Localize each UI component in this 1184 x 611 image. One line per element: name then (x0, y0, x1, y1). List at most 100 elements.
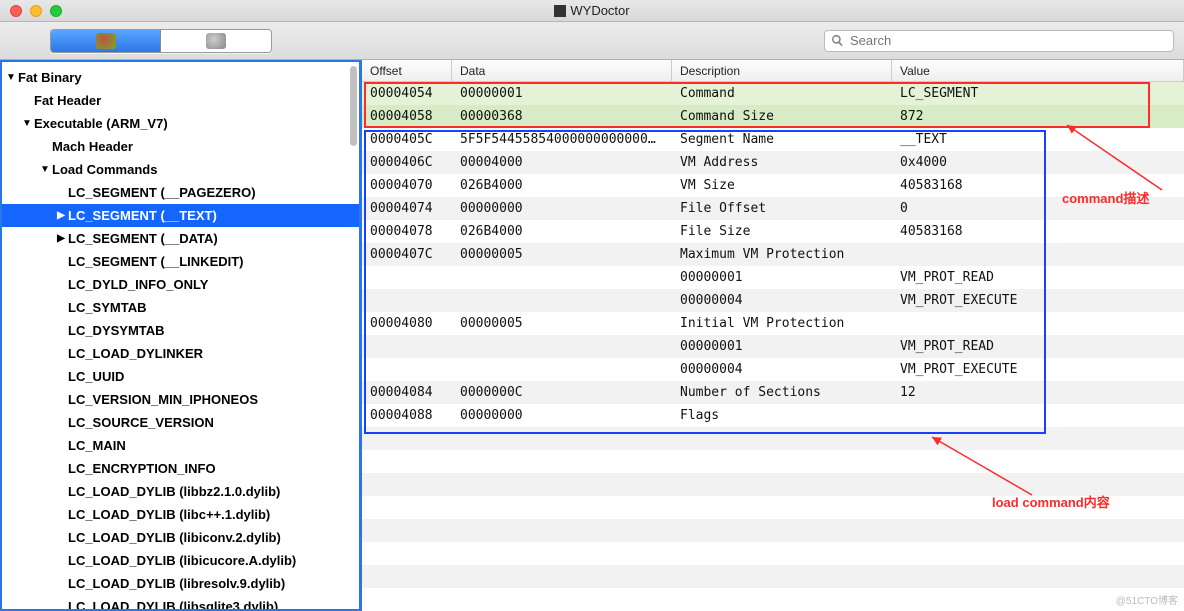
tree-item[interactable]: ▶Mach Header (2, 135, 359, 158)
cell-value: VM_PROT_EXECUTE (892, 362, 1184, 377)
table-row[interactable]: 00000001VM_PROT_READ (362, 335, 1184, 358)
table-row[interactable]: 00004070026B4000VM Size40583168 (362, 174, 1184, 197)
table-header: Offset Data Description Value (362, 60, 1184, 82)
cell-value: 0x4000 (892, 155, 1184, 170)
tree-item[interactable]: ▶LC_SYMTAB (2, 296, 359, 319)
tree-item[interactable]: ▶LC_VERSION_MIN_IPHONEOS (2, 388, 359, 411)
tree-item[interactable]: ▼Executable (ARM_V7) (2, 112, 359, 135)
tree-item-label: LC_VERSION_MIN_IPHONEOS (68, 392, 258, 407)
tree-item[interactable]: ▼Fat Binary (2, 66, 359, 89)
main-panel: Offset Data Description Value 0000405400… (362, 60, 1184, 611)
table-row[interactable]: 0000405400000001CommandLC_SEGMENT (362, 82, 1184, 105)
table-row[interactable]: 00000001VM_PROT_READ (362, 266, 1184, 289)
tree-item-label: LC_LOAD_DYLIB (libicucore.A.dylib) (68, 553, 296, 568)
table-row[interactable]: 00000004VM_PROT_EXECUTE (362, 358, 1184, 381)
tree-item[interactable]: ▶LC_UUID (2, 365, 359, 388)
cell-description: Segment Name (672, 132, 892, 147)
cell-offset: 0000406C (362, 155, 452, 170)
tree-item-label: Load Commands (52, 162, 157, 177)
cell-description: Command Size (672, 109, 892, 124)
table-row[interactable]: 00000004VM_PROT_EXECUTE (362, 289, 1184, 312)
cell-data: 5F5F54455854000000000000… (452, 132, 672, 147)
table-row[interactable]: 0000406C00004000VM Address0x4000 (362, 151, 1184, 174)
chevron-down-icon[interactable]: ▼ (20, 118, 34, 129)
cell-description: 00000001 (672, 270, 892, 285)
tree-item[interactable]: ▼Load Commands (2, 158, 359, 181)
tree-item[interactable]: ▶LC_LOAD_DYLIB (libsqlite3.dylib) (2, 595, 359, 609)
app-icon (554, 5, 566, 17)
sidebar-scrollbar[interactable] (350, 66, 357, 146)
tree-item-label: LC_SYMTAB (68, 300, 146, 315)
table-row[interactable]: 000040840000000CNumber of Sections12 (362, 381, 1184, 404)
view-seg-right[interactable] (161, 30, 271, 52)
tree-item[interactable]: ▶LC_SEGMENT (__TEXT) (2, 204, 359, 227)
cell-offset: 00004080 (362, 316, 452, 331)
seg-right-icon (206, 33, 226, 49)
cell-data: 00000368 (452, 109, 672, 124)
table-row[interactable]: 0000405800000368Command Size872 (362, 105, 1184, 128)
chevron-down-icon[interactable]: ▼ (38, 164, 52, 175)
cell-description: File Size (672, 224, 892, 239)
tree-item[interactable]: ▶Fat Header (2, 89, 359, 112)
window-title-text: WYDoctor (570, 3, 629, 18)
search-field[interactable] (824, 30, 1174, 52)
table-row[interactable]: 0000405C5F5F54455854000000000000…Segment… (362, 128, 1184, 151)
tree-item[interactable]: ▶LC_LOAD_DYLINKER (2, 342, 359, 365)
tree-item-label: LC_LOAD_DYLIB (libbz2.1.0.dylib) (68, 484, 280, 499)
table-row[interactable]: 0000407C00000005Maximum VM Protection (362, 243, 1184, 266)
chevron-right-icon[interactable]: ▶ (54, 210, 68, 221)
table-row[interactable] (362, 519, 1184, 542)
cell-description: VM Size (672, 178, 892, 193)
cell-value: __TEXT (892, 132, 1184, 147)
table-row[interactable]: 0000408800000000Flags (362, 404, 1184, 427)
tree-item[interactable]: ▶LC_ENCRYPTION_INFO (2, 457, 359, 480)
table-row[interactable]: 0000408000000005Initial VM Protection (362, 312, 1184, 335)
table-row[interactable] (362, 450, 1184, 473)
tree-item[interactable]: ▶LC_SEGMENT (__PAGEZERO) (2, 181, 359, 204)
tree-item[interactable]: ▶LC_SEGMENT (__DATA) (2, 227, 359, 250)
tree-item[interactable]: ▶LC_DYSYMTAB (2, 319, 359, 342)
tree-item-label: LC_DYLD_INFO_ONLY (68, 277, 208, 292)
cell-description: Flags (672, 408, 892, 423)
view-segmented-control[interactable] (50, 29, 272, 53)
col-data[interactable]: Data (452, 60, 672, 81)
tree-item[interactable]: ▶LC_DYLD_INFO_ONLY (2, 273, 359, 296)
tree-item[interactable]: ▶LC_MAIN (2, 434, 359, 457)
col-offset[interactable]: Offset (362, 60, 452, 81)
tree-item-label: LC_LOAD_DYLIB (libiconv.2.dylib) (68, 530, 281, 545)
cell-offset: 0000405C (362, 132, 452, 147)
search-input[interactable] (850, 33, 1167, 48)
cell-data: 00000000 (452, 201, 672, 216)
search-icon (831, 34, 844, 47)
tree-item-label: Mach Header (52, 139, 133, 154)
table-row[interactable] (362, 565, 1184, 588)
tree-item[interactable]: ▶LC_SOURCE_VERSION (2, 411, 359, 434)
tree-item-label: Executable (ARM_V7) (34, 116, 168, 131)
table-row[interactable] (362, 588, 1184, 611)
tree-item[interactable]: ▶LC_LOAD_DYLIB (libc++.1.dylib) (2, 503, 359, 526)
col-description[interactable]: Description (672, 60, 892, 81)
cell-description: Maximum VM Protection (672, 247, 892, 262)
cell-value: VM_PROT_EXECUTE (892, 293, 1184, 308)
tree-item[interactable]: ▶LC_LOAD_DYLIB (libicucore.A.dylib) (2, 549, 359, 572)
table-row[interactable] (362, 542, 1184, 565)
table-row[interactable] (362, 427, 1184, 450)
annotation-content-label: load command内容 (992, 492, 1110, 511)
tree-item[interactable]: ▶LC_SEGMENT (__LINKEDIT) (2, 250, 359, 273)
tree-item[interactable]: ▶LC_LOAD_DYLIB (libiconv.2.dylib) (2, 526, 359, 549)
table-row[interactable]: 00004078026B4000File Size40583168 (362, 220, 1184, 243)
seg-left-icon (96, 33, 116, 49)
cell-description: Command (672, 86, 892, 101)
chevron-right-icon[interactable]: ▶ (54, 233, 68, 244)
table-row[interactable]: 0000407400000000File Offset0 (362, 197, 1184, 220)
cell-data: 026B4000 (452, 178, 672, 193)
window-title: WYDoctor (0, 3, 1184, 18)
view-seg-left[interactable] (51, 30, 161, 52)
tree-item-label: LC_ENCRYPTION_INFO (68, 461, 216, 476)
col-value[interactable]: Value (892, 60, 1184, 81)
cell-data: 00000000 (452, 408, 672, 423)
chevron-down-icon[interactable]: ▼ (4, 72, 18, 83)
tree-item[interactable]: ▶LC_LOAD_DYLIB (libbz2.1.0.dylib) (2, 480, 359, 503)
cell-offset: 0000407C (362, 247, 452, 262)
tree-item[interactable]: ▶LC_LOAD_DYLIB (libresolv.9.dylib) (2, 572, 359, 595)
